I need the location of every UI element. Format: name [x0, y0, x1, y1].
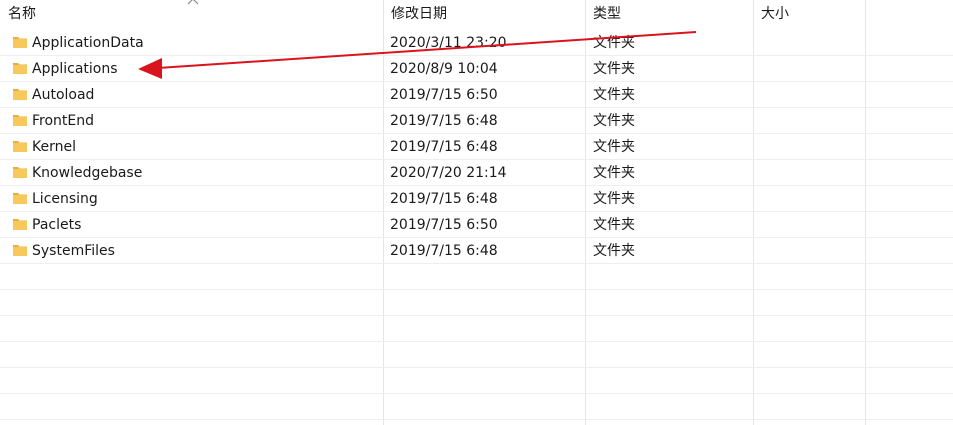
folder-icon	[13, 115, 27, 126]
file-row[interactable]: Autoload 2019/7/15 6:50 文件夹	[0, 82, 953, 108]
file-type: 文件夹	[593, 35, 635, 51]
file-row[interactable]: FrontEnd 2019/7/15 6:48 文件夹	[0, 108, 953, 134]
file-modified-date: 2019/7/15 6:48	[390, 139, 498, 155]
folder-icon	[13, 193, 27, 204]
file-name[interactable]: FrontEnd	[32, 108, 94, 134]
file-modified-date: 2019/7/15 6:48	[390, 113, 498, 129]
folder-icon	[13, 219, 27, 230]
column-header-type[interactable]: 类型	[585, 0, 753, 28]
empty-row	[0, 264, 953, 290]
folder-icon	[13, 245, 27, 256]
file-name[interactable]: Applications	[32, 56, 118, 82]
file-type: 文件夹	[593, 113, 635, 129]
file-modified-date: 2019/7/15 6:48	[390, 191, 498, 207]
file-row[interactable]: SystemFiles 2019/7/15 6:48 文件夹	[0, 238, 953, 264]
file-type: 文件夹	[593, 243, 635, 259]
empty-row	[0, 394, 953, 420]
column-header-size-label: 大小	[761, 6, 789, 22]
file-name[interactable]: Knowledgebase	[32, 160, 142, 186]
file-type: 文件夹	[593, 191, 635, 207]
file-name[interactable]: Kernel	[32, 134, 76, 160]
empty-row	[0, 316, 953, 342]
folder-icon	[13, 167, 27, 178]
empty-row	[0, 342, 953, 368]
file-modified-date: 2019/7/15 6:50	[390, 217, 498, 233]
file-name[interactable]: Paclets	[32, 212, 81, 238]
file-row[interactable]: ApplicationData 2020/3/11 23:20 文件夹	[0, 30, 953, 56]
file-name[interactable]: SystemFiles	[32, 238, 115, 264]
file-modified-date: 2020/8/9 10:04	[390, 61, 498, 77]
file-name[interactable]: ApplicationData	[32, 30, 144, 56]
chevron-up-icon	[187, 0, 199, 5]
empty-row	[0, 290, 953, 316]
file-type: 文件夹	[593, 87, 635, 103]
file-type: 文件夹	[593, 61, 635, 77]
column-header-bar: 名称 修改日期 类型 大小	[0, 0, 953, 28]
column-header-size[interactable]: 大小	[753, 0, 865, 28]
file-type: 文件夹	[593, 165, 635, 181]
file-modified-date: 2019/7/15 6:50	[390, 87, 498, 103]
file-row[interactable]: Kernel 2019/7/15 6:48 文件夹	[0, 134, 953, 160]
folder-icon	[13, 63, 27, 74]
column-header-date[interactable]: 修改日期	[383, 0, 585, 28]
column-header-date-label: 修改日期	[391, 6, 447, 22]
file-row[interactable]: Licensing 2019/7/15 6:48 文件夹	[0, 186, 953, 212]
column-header-name-label: 名称	[8, 6, 36, 22]
folder-icon	[13, 37, 27, 48]
folder-icon	[13, 89, 27, 100]
file-row[interactable]: Applications 2020/8/9 10:04 文件夹	[0, 56, 953, 82]
file-type: 文件夹	[593, 139, 635, 155]
file-name[interactable]: Autoload	[32, 82, 94, 108]
folder-icon	[13, 141, 27, 152]
empty-row	[0, 368, 953, 394]
file-row[interactable]: Paclets 2019/7/15 6:50 文件夹	[0, 212, 953, 238]
file-type: 文件夹	[593, 217, 635, 233]
file-modified-date: 2019/7/15 6:48	[390, 243, 498, 259]
file-modified-date: 2020/3/11 23:20	[390, 35, 507, 51]
column-header-type-label: 类型	[593, 6, 621, 22]
file-row[interactable]: Knowledgebase 2020/7/20 21:14 文件夹	[0, 160, 953, 186]
file-name[interactable]: Licensing	[32, 186, 98, 212]
file-modified-date: 2020/7/20 21:14	[390, 165, 507, 181]
